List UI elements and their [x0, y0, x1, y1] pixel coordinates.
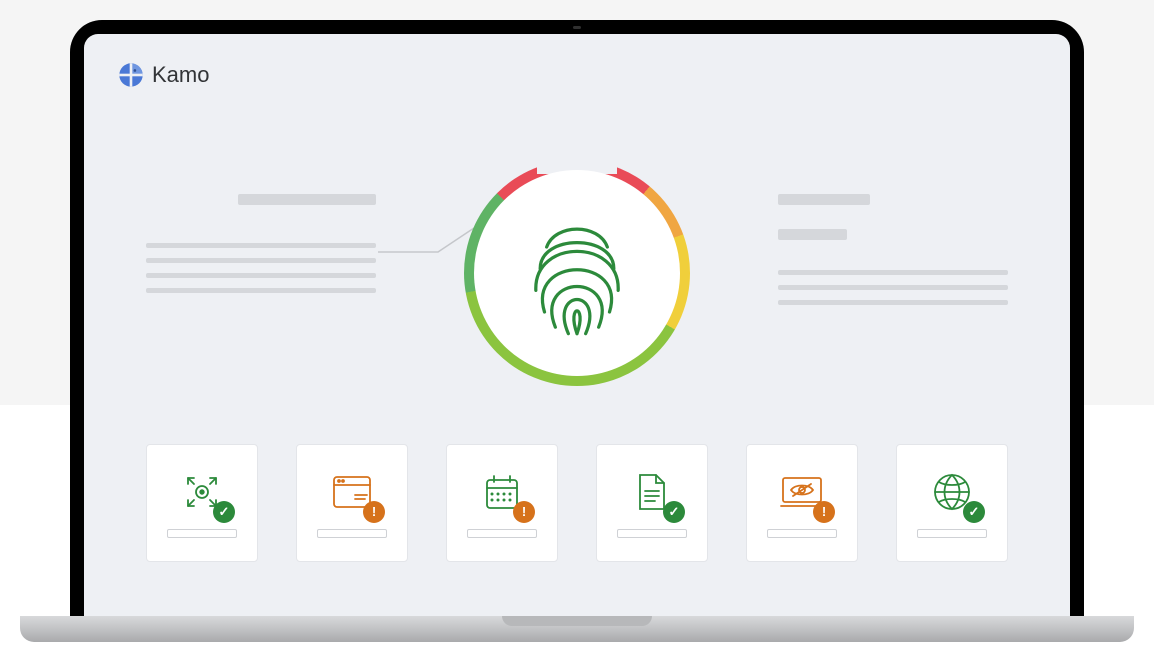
- card-schedule[interactable]: !: [446, 444, 558, 562]
- status-ok-icon: ✓: [963, 501, 985, 523]
- status-warn-icon: !: [363, 501, 385, 523]
- camera-notch: [573, 26, 581, 29]
- status-ok-icon: ✓: [213, 501, 235, 523]
- card-label: [317, 529, 387, 538]
- laptop-frame: Kamo: [70, 20, 1084, 620]
- fingerprint-icon: [522, 208, 632, 338]
- leader-line-left: [378, 224, 478, 254]
- brand-name: Kamo: [152, 62, 209, 88]
- app-header: Kamo: [118, 62, 209, 88]
- privacy-dial: [464, 160, 690, 386]
- card-label: [917, 529, 987, 538]
- status-ok-icon: ✓: [663, 501, 685, 523]
- left-info-block: [146, 194, 376, 293]
- card-browser[interactable]: !: [296, 444, 408, 562]
- kamo-logo-icon: [118, 62, 144, 88]
- card-tracking[interactable]: ✓: [146, 444, 258, 562]
- card-privacy[interactable]: !: [746, 444, 858, 562]
- feature-card-row: ✓: [146, 444, 1008, 562]
- card-label: [617, 529, 687, 538]
- laptop-hinge-notch: [502, 616, 652, 626]
- card-label: [767, 529, 837, 538]
- right-info-block: [778, 194, 1008, 305]
- app-screen: Kamo: [84, 34, 1070, 620]
- card-label: [467, 529, 537, 538]
- laptop-mockup: Kamo: [70, 20, 1084, 649]
- card-label: [167, 529, 237, 538]
- status-warn-icon: !: [813, 501, 835, 523]
- status-warn-icon: !: [513, 501, 535, 523]
- card-documents[interactable]: ✓: [596, 444, 708, 562]
- card-web[interactable]: ✓: [896, 444, 1008, 562]
- laptop-base: [20, 616, 1134, 642]
